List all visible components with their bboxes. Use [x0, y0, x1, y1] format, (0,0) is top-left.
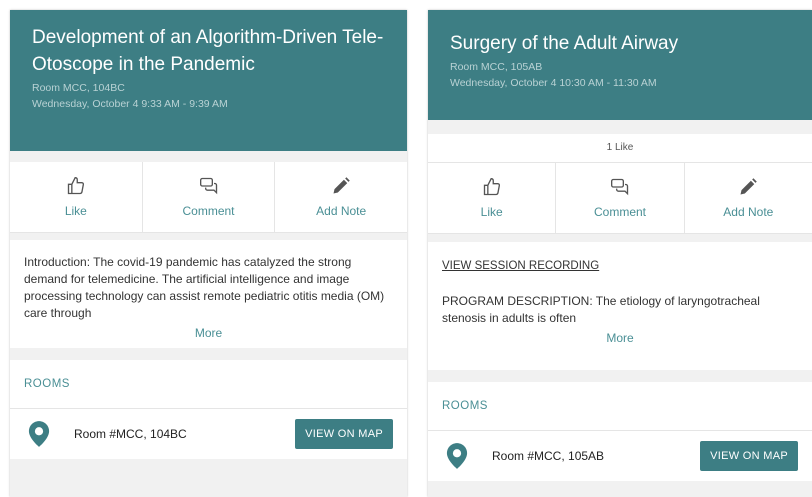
room-row: Room #MCC, 104BC VIEW ON MAP — [10, 409, 407, 459]
action-bar: Like Comment Add Note — [428, 163, 812, 234]
like-count[interactable]: 1 Like — [428, 134, 812, 163]
session-room: Room MCC, 104BC — [32, 82, 125, 94]
session-title: Development of an Algorithm-Driven Tele-… — [32, 27, 384, 75]
spacer — [10, 233, 407, 240]
more-link[interactable]: More — [442, 330, 798, 347]
rooms-heading: ROOMS — [10, 360, 407, 409]
add-note-button[interactable]: Add Note — [685, 163, 812, 233]
like-button[interactable]: Like — [10, 162, 143, 232]
comment-label: Comment — [182, 204, 235, 218]
action-bar: Like Comment Add Note — [10, 162, 407, 233]
view-on-map-button[interactable]: VIEW ON MAP — [700, 441, 798, 471]
view-session-recording-link[interactable]: VIEW SESSION RECORDING — [442, 258, 798, 275]
description-card: VIEW SESSION RECORDING PROGRAM DESCRIPTI… — [428, 242, 812, 370]
pencil-icon — [333, 177, 350, 194]
like-button[interactable]: Like — [428, 163, 557, 233]
description-card: Introduction: The covid-19 pandemic has … — [10, 240, 407, 348]
comment-label: Comment — [593, 205, 646, 219]
session-time: Wednesday, October 4 9:33 AM - 9:39 AM — [32, 98, 228, 110]
comment-button[interactable]: Comment — [143, 162, 276, 232]
session-panel-1: Development of an Algorithm-Driven Tele-… — [10, 10, 407, 497]
spacer — [428, 234, 812, 242]
add-note-label: Add Note — [316, 204, 367, 218]
add-note-button[interactable]: Add Note — [275, 162, 407, 232]
room-label: Room #MCC, 104BC — [74, 427, 187, 441]
comment-icon — [199, 177, 217, 195]
session-panel-2: Surgery of the Adult Airway Room MCC, 10… — [428, 10, 812, 497]
like-label: Like — [64, 204, 87, 218]
room-row: Room #MCC, 105AB VIEW ON MAP — [428, 431, 812, 481]
spacer — [10, 151, 407, 162]
comment-button[interactable]: Comment — [556, 163, 685, 233]
thumbs-up-icon — [483, 177, 500, 196]
map-pin-icon — [28, 421, 50, 447]
session-time: Wednesday, October 4 10:30 AM - 11:30 AM — [450, 77, 657, 89]
actions-card: Like Comment Add Note — [10, 162, 407, 233]
spacer — [10, 348, 407, 360]
thumbs-up-icon — [67, 176, 84, 195]
spacer — [428, 370, 812, 382]
more-link[interactable]: More — [24, 325, 393, 342]
actions-card: 1 Like Like Comment Add Note — [428, 134, 812, 234]
rooms-card: ROOMS Room #MCC, 104BC VIEW ON MAP — [10, 360, 407, 459]
add-note-label: Add Note — [723, 205, 774, 219]
rooms-heading: ROOMS — [428, 382, 812, 431]
view-on-map-button[interactable]: VIEW ON MAP — [295, 419, 393, 449]
session-description: Introduction: The covid-19 pandemic has … — [24, 255, 385, 320]
session-header: Surgery of the Adult Airway Room MCC, 10… — [428, 10, 812, 120]
room-label: Room #MCC, 105AB — [492, 449, 605, 463]
like-label: Like — [480, 205, 503, 219]
session-header: Development of an Algorithm-Driven Tele-… — [10, 10, 407, 151]
spacer — [428, 120, 812, 134]
session-title: Surgery of the Adult Airway — [450, 33, 679, 54]
session-room: Room MCC, 105AB — [450, 61, 543, 73]
pencil-icon — [740, 178, 758, 195]
session-description: PROGRAM DESCRIPTION: The etiology of lar… — [442, 294, 760, 325]
rooms-card: ROOMS Room #MCC, 105AB VIEW ON MAP — [428, 382, 812, 481]
comment-icon — [610, 178, 629, 196]
map-pin-icon — [446, 443, 468, 469]
